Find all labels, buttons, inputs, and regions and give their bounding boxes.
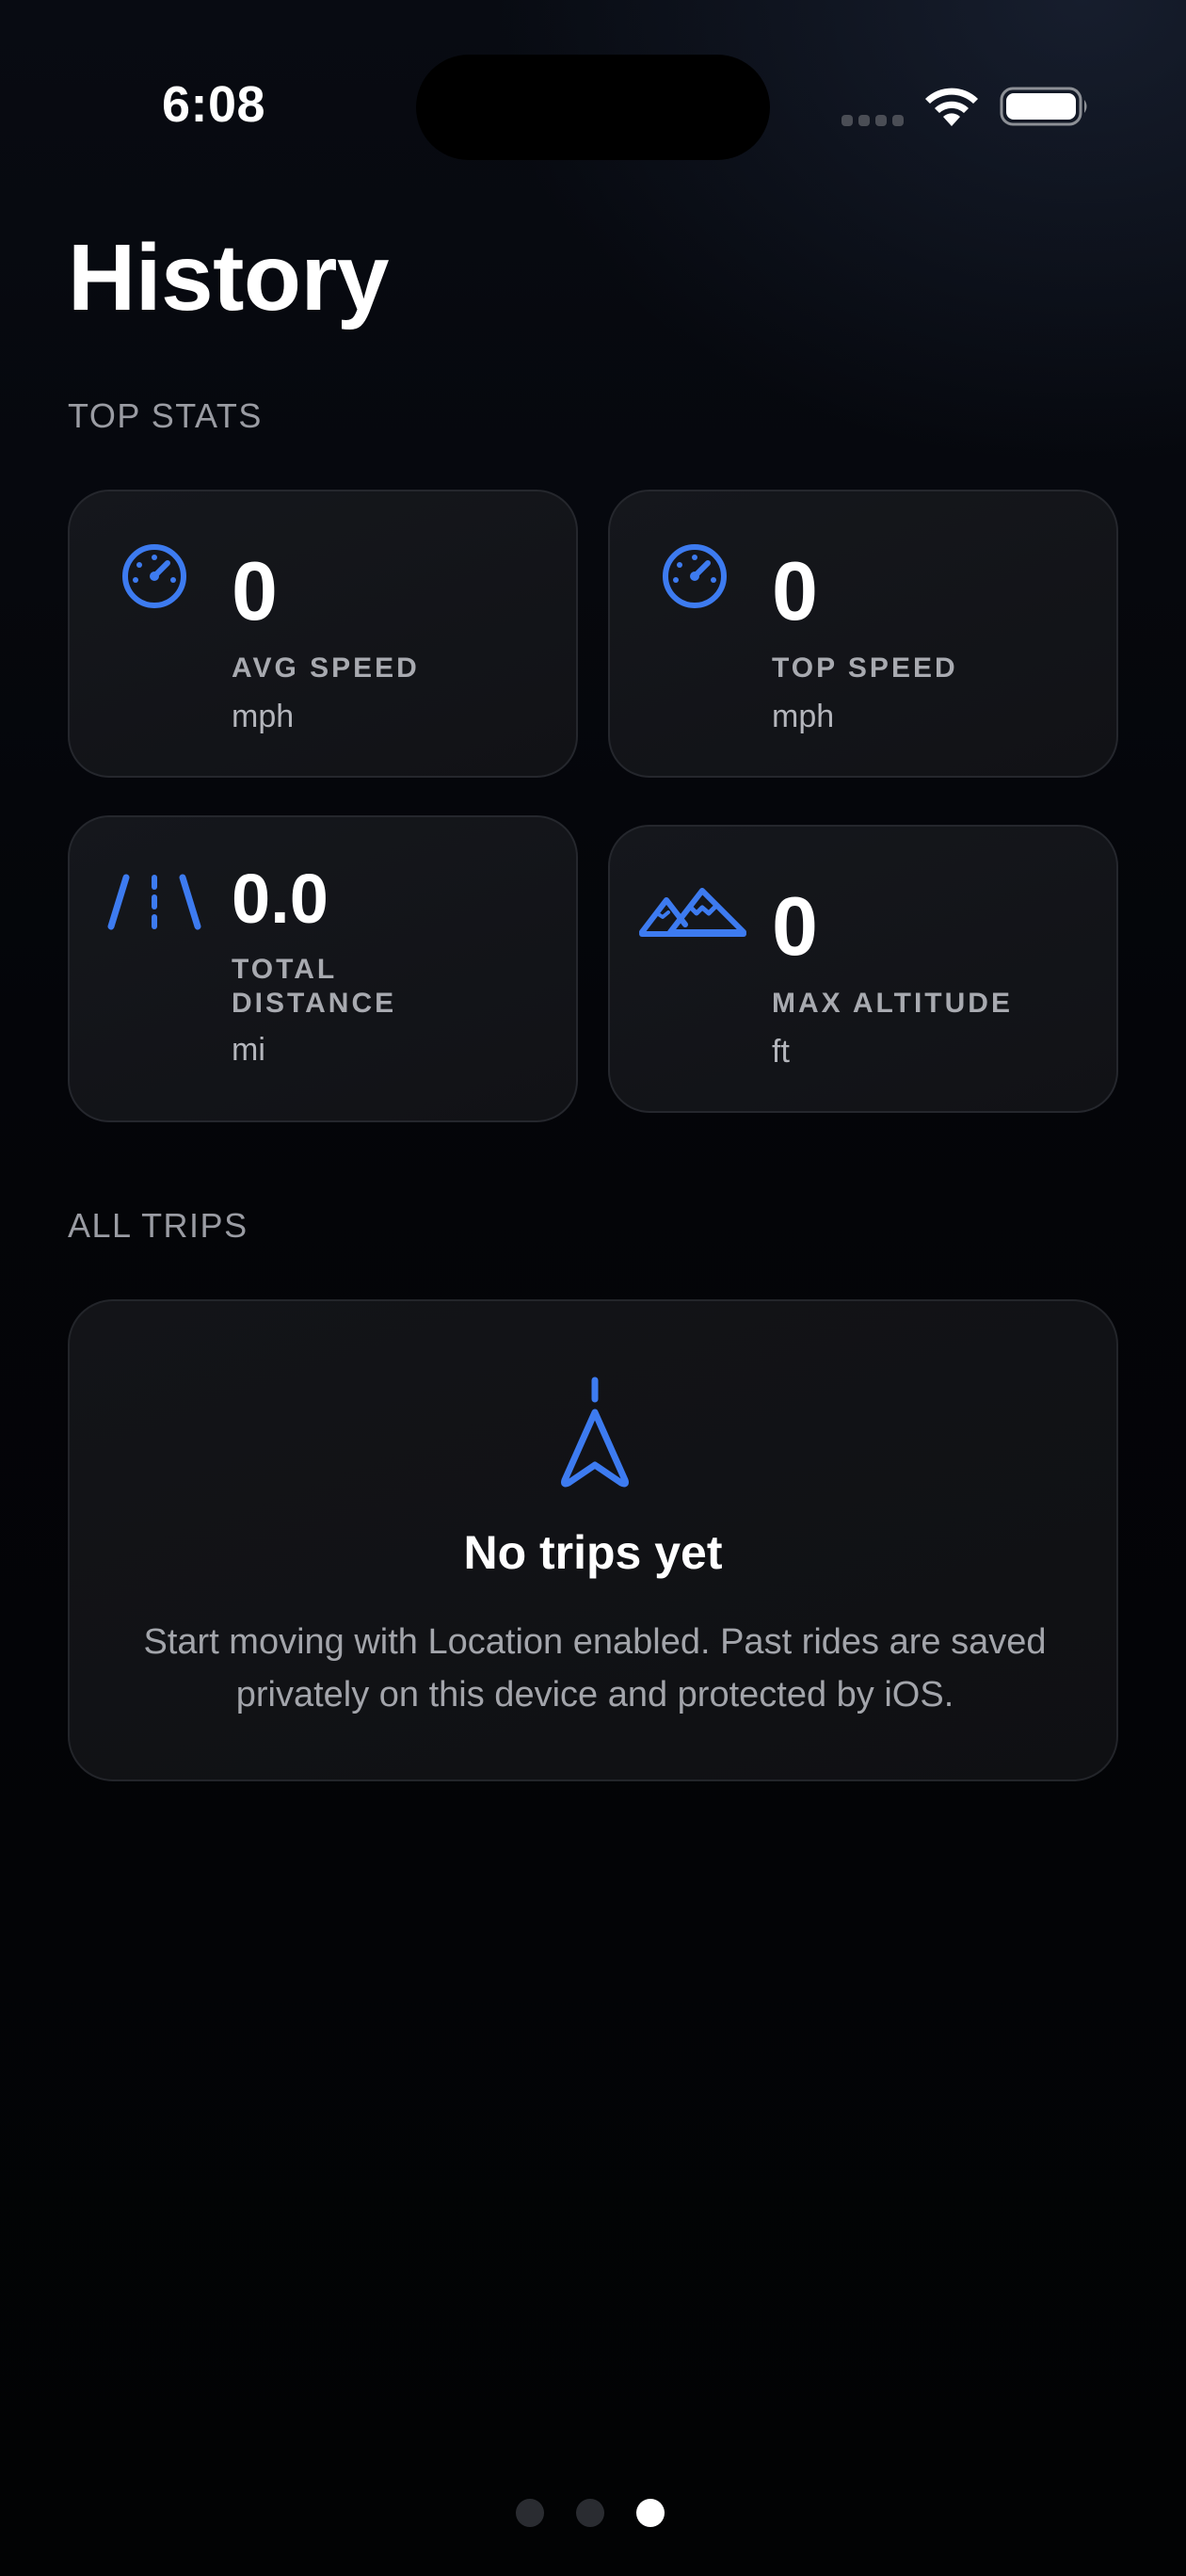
status-bar-time: 6:08 bbox=[162, 76, 266, 133]
speedometer-icon bbox=[663, 544, 727, 608]
page-indicator[interactable] bbox=[516, 2499, 665, 2527]
page-dot[interactable] bbox=[576, 2499, 604, 2527]
total-distance-value: 0.0 bbox=[232, 860, 329, 938]
page-dot[interactable] bbox=[516, 2499, 544, 2527]
top-speed-card[interactable]: 0 TOP SPEED mph bbox=[608, 490, 1118, 778]
top-speed-unit: mph bbox=[772, 699, 835, 734]
max-altitude-card[interactable]: 0 MAX ALTITUDE ft bbox=[608, 825, 1118, 1113]
history-screen: 6:08 History TOP STATS 0 AVG SPEED mph 0… bbox=[0, 0, 1186, 2576]
max-altitude-value: 0 bbox=[772, 879, 818, 973]
location-arrow-icon bbox=[561, 1377, 629, 1488]
empty-state-title: No trips yet bbox=[463, 1526, 723, 1579]
empty-state-description: Start moving with Location enabled. Past… bbox=[143, 1622, 1047, 1715]
trips-empty-state-card: No trips yet Start moving with Location … bbox=[68, 1299, 1118, 1781]
all-trips-header: ALL TRIPS bbox=[68, 1206, 248, 1245]
top-speed-value: 0 bbox=[772, 544, 818, 637]
cellular-signal-icon bbox=[841, 115, 904, 126]
dynamic-island bbox=[416, 55, 770, 160]
mountains-icon bbox=[639, 888, 746, 937]
avg-speed-value: 0 bbox=[232, 544, 278, 637]
speedometer-icon bbox=[122, 544, 186, 608]
total-distance-label: TOTAL DISTANCE bbox=[232, 954, 397, 1019]
wifi-icon bbox=[925, 88, 978, 126]
page-title: History bbox=[68, 225, 390, 330]
top-stats-header: TOP STATS bbox=[68, 396, 263, 435]
top-speed-label: TOP SPEED bbox=[772, 652, 958, 684]
max-altitude-label: MAX ALTITUDE bbox=[772, 988, 1013, 1019]
avg-speed-card[interactable]: 0 AVG SPEED mph bbox=[68, 490, 578, 778]
max-altitude-unit: ft bbox=[772, 1034, 790, 1070]
avg-speed-unit: mph bbox=[232, 699, 295, 734]
page-dot-active[interactable] bbox=[636, 2499, 665, 2527]
avg-speed-label: AVG SPEED bbox=[232, 652, 420, 684]
total-distance-card[interactable]: 0.0 TOTAL DISTANCE mi bbox=[68, 815, 578, 1122]
battery-icon bbox=[1000, 87, 1087, 126]
road-icon bbox=[107, 874, 201, 930]
total-distance-unit: mi bbox=[232, 1032, 265, 1068]
